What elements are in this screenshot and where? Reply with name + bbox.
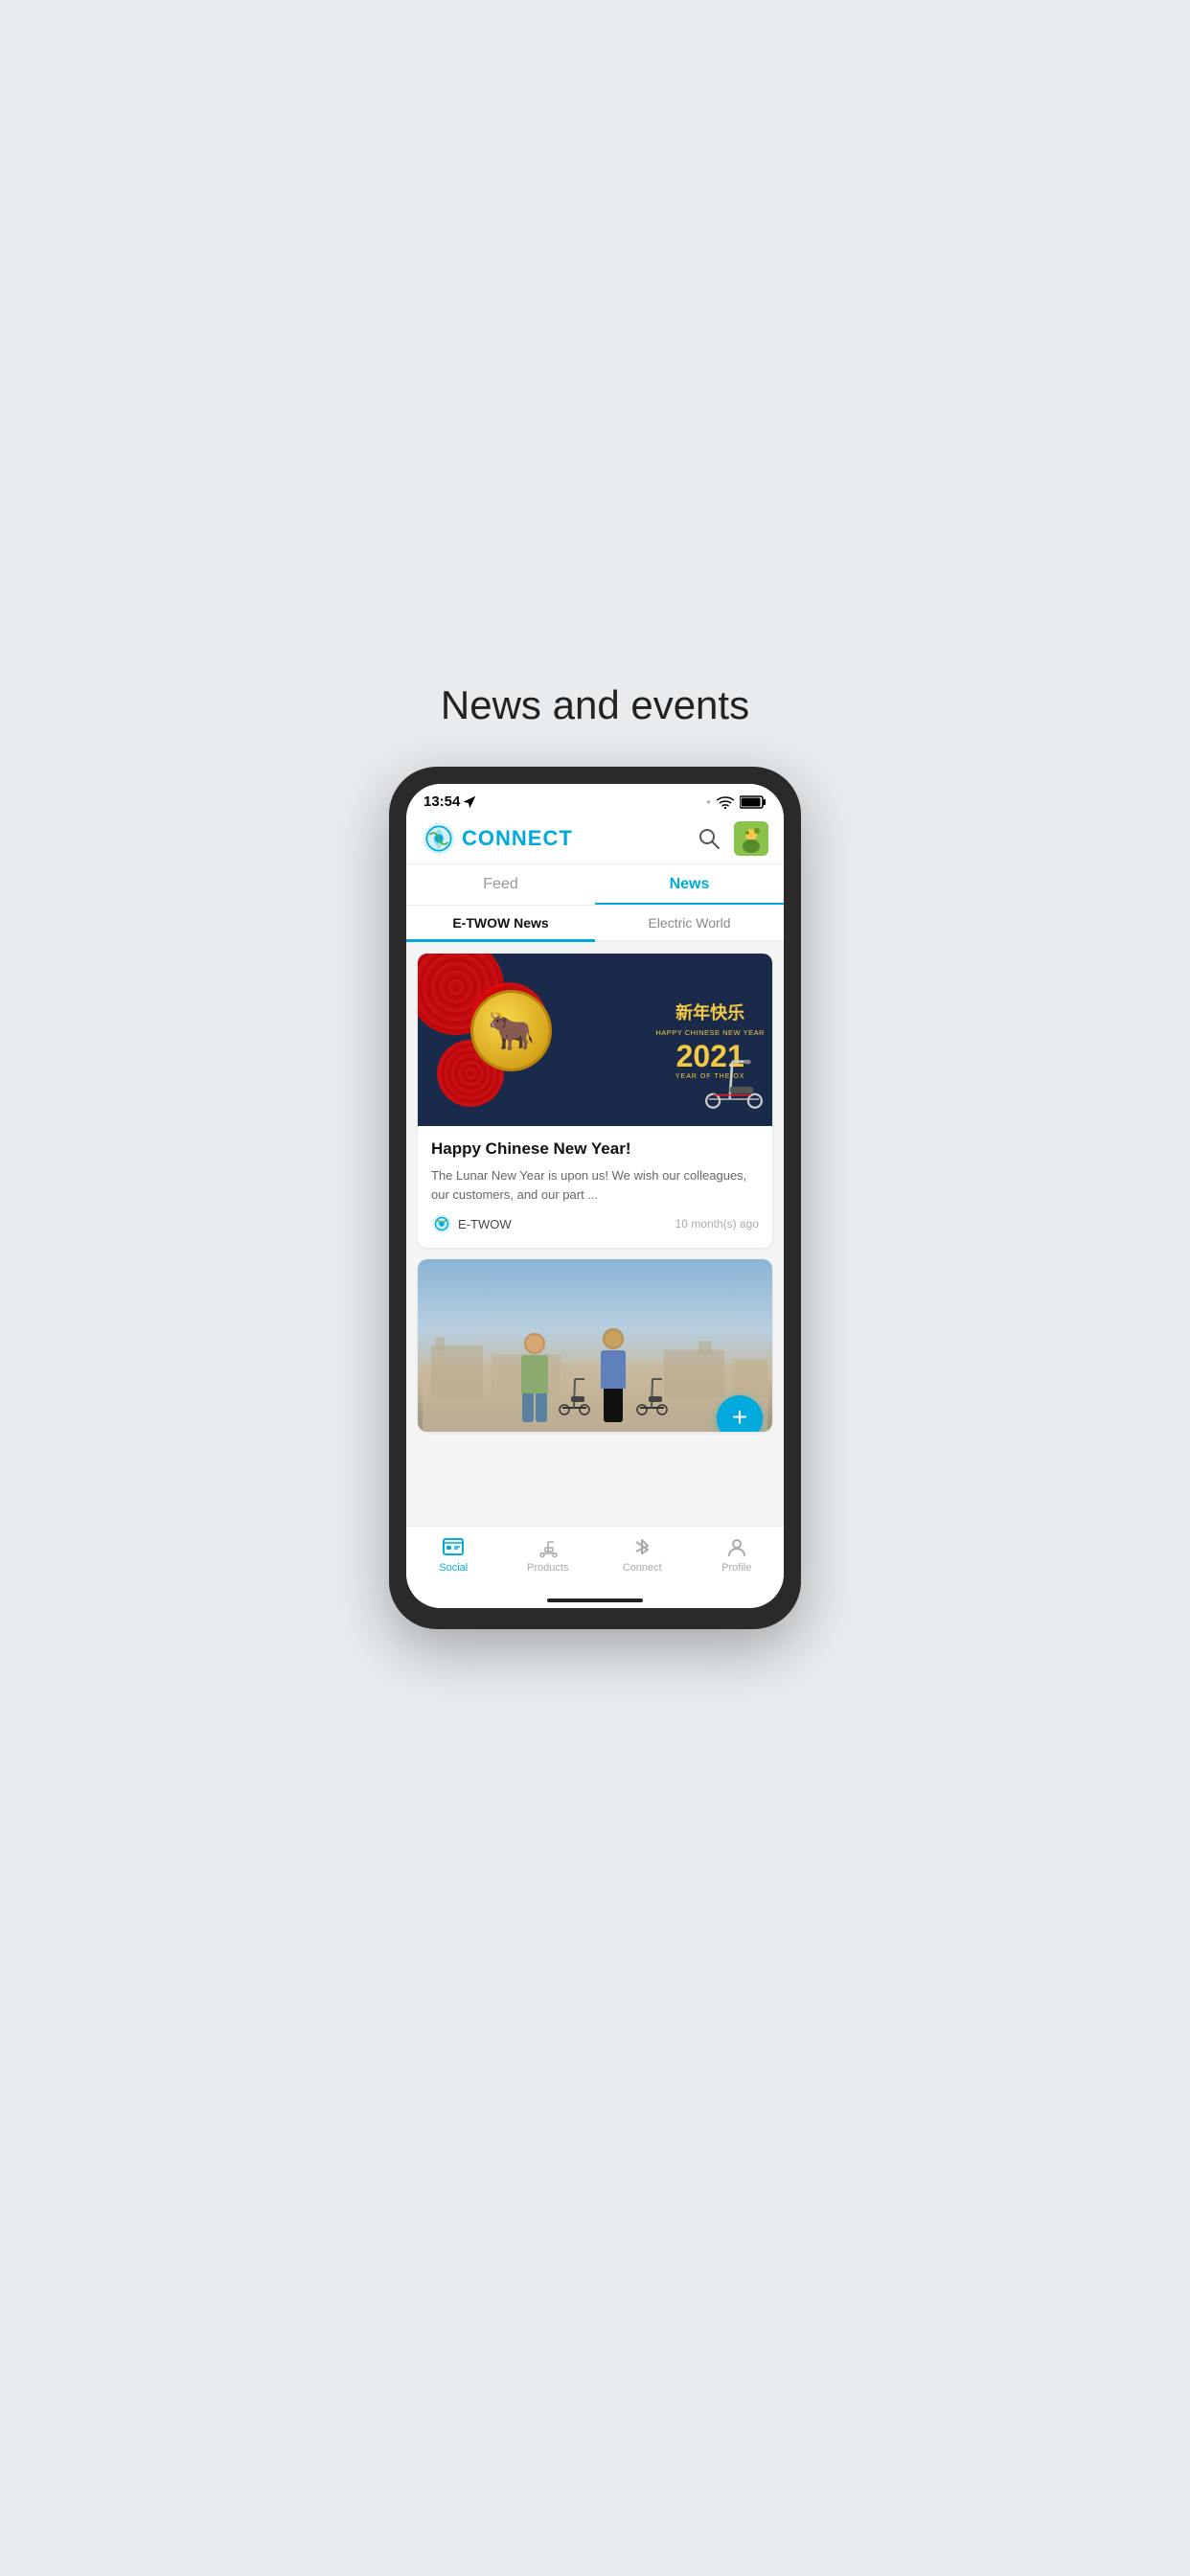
app-logo-icon <box>422 821 456 856</box>
tab-feed[interactable]: Feed <box>406 864 595 905</box>
card-1-meta: E-TWOW 10 month(s) ago <box>431 1213 759 1234</box>
bluetooth-icon <box>630 1536 653 1559</box>
nav-label-products: Products <box>527 1562 568 1574</box>
page-title: News and events <box>441 682 749 728</box>
social-icon <box>442 1536 465 1559</box>
news-card-1[interactable]: 🐂 新年快乐 HAPPY CHINESE NEW YEAR 2021 YEAR … <box>418 954 772 1248</box>
bull-emblem: 🐂 <box>470 990 552 1071</box>
card-1-source: E-TWOW <box>431 1213 512 1234</box>
home-indicator <box>406 1593 784 1608</box>
app-header: CONNECT <box>406 814 784 864</box>
etwow-logo-icon <box>431 1213 452 1234</box>
nav-item-social[interactable]: Social <box>406 1532 501 1577</box>
sub-tab-etwow-news[interactable]: E-TWOW News <box>406 906 595 940</box>
status-icons: ● <box>706 795 767 809</box>
sub-tabs: E-TWOW News Electric World <box>406 906 784 942</box>
card-1-excerpt: The Lunar New Year is upon us! We wish o… <box>431 1166 759 1204</box>
english-text: HAPPY CHINESE NEW YEAR <box>655 1028 765 1037</box>
profile-icon <box>725 1536 748 1559</box>
bottom-nav: Social Products <box>406 1526 784 1593</box>
status-time: 13:54 <box>423 794 475 810</box>
nav-label-profile: Profile <box>721 1562 751 1574</box>
nav-item-profile[interactable]: Profile <box>690 1532 785 1577</box>
card-1-title: Happy Chinese New Year! <box>431 1139 759 1159</box>
content-area: 🐂 新年快乐 HAPPY CHINESE NEW YEAR 2021 YEAR … <box>406 942 784 1526</box>
tab-news[interactable]: News <box>595 864 784 905</box>
cny-banner-image: 🐂 新年快乐 HAPPY CHINESE NEW YEAR 2021 YEAR … <box>418 954 772 1126</box>
logo-container: CONNECT <box>422 821 573 856</box>
header-actions <box>694 821 768 856</box>
phone-screen: 13:54 ● <box>406 784 784 1608</box>
time-display: 13:54 <box>423 794 460 810</box>
nav-label-social: Social <box>439 1562 468 1574</box>
card-1-content: Happy Chinese New Year! The Lunar New Ye… <box>418 1126 772 1248</box>
search-button[interactable] <box>694 823 724 854</box>
main-tabs: Feed News <box>406 864 784 906</box>
nav-item-products[interactable]: Products <box>501 1532 596 1577</box>
battery-icon <box>740 795 767 809</box>
news-card-2[interactable]: + <box>418 1259 772 1432</box>
signal-dot: ● <box>706 797 711 806</box>
page-wrapper: News and events 13:54 ● <box>298 644 893 1932</box>
status-bar: 13:54 ● <box>406 784 784 814</box>
avatar[interactable] <box>734 821 768 856</box>
chinese-text: 新年快乐 <box>655 1000 765 1024</box>
people-group <box>521 1328 669 1422</box>
scooter-image <box>700 1051 767 1118</box>
nav-label-connect: Connect <box>623 1562 662 1574</box>
card-1-time: 10 month(s) ago <box>675 1217 759 1230</box>
location-icon <box>464 796 475 808</box>
phone-frame: 13:54 ● <box>389 767 801 1629</box>
sub-tab-electric-world[interactable]: Electric World <box>595 906 784 940</box>
nav-item-connect[interactable]: Connect <box>595 1532 690 1577</box>
products-icon <box>537 1536 560 1559</box>
home-bar <box>547 1598 643 1602</box>
logo-text: CONNECT <box>462 826 573 851</box>
wifi-icon <box>717 795 734 809</box>
search-icon <box>698 827 721 850</box>
scooter-svg <box>700 1051 767 1114</box>
